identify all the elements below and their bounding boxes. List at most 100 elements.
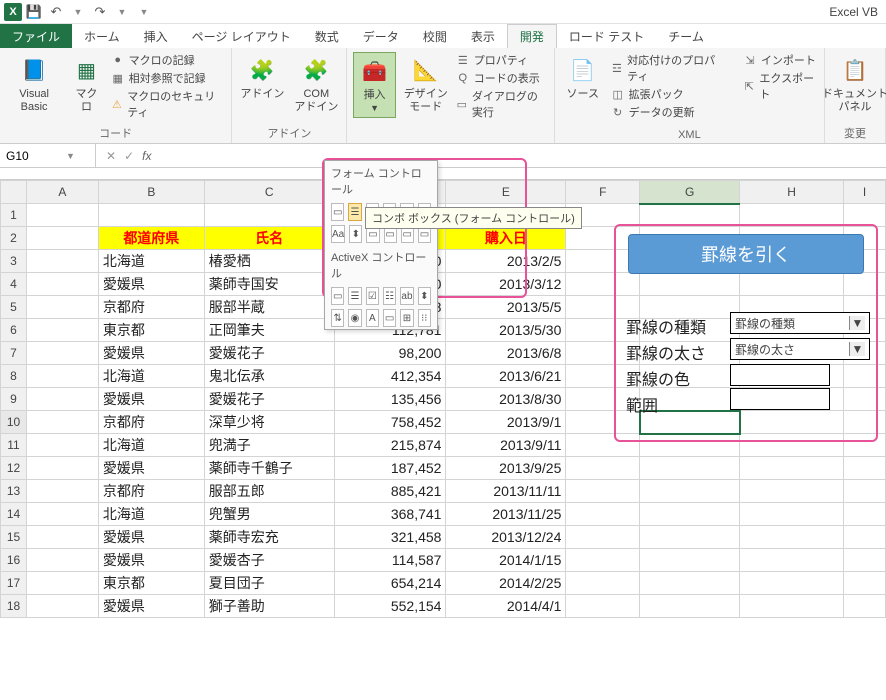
cell-name[interactable]: 愛媛花子: [204, 342, 334, 365]
header-pref[interactable]: 都道府県: [98, 227, 204, 250]
cell[interactable]: [843, 503, 885, 526]
header-name[interactable]: 氏名: [204, 227, 334, 250]
cell-date[interactable]: 2013/6/21: [446, 365, 566, 388]
row-header-10[interactable]: 10: [1, 411, 27, 434]
cell-pref[interactable]: 北海道: [98, 250, 204, 273]
cell-amount[interactable]: 654,214: [334, 572, 446, 595]
col-header-H[interactable]: H: [740, 181, 844, 204]
cell[interactable]: [740, 526, 844, 549]
cell[interactable]: [740, 204, 844, 227]
cell[interactable]: [843, 273, 885, 296]
cell[interactable]: [26, 549, 98, 572]
tab-home[interactable]: ホーム: [72, 24, 132, 48]
col-header-A[interactable]: A: [26, 181, 98, 204]
cell[interactable]: [566, 549, 640, 572]
ax-combobox-icon[interactable]: ☰: [348, 287, 361, 305]
row-header-17[interactable]: 17: [1, 572, 27, 595]
namebox-dropdown-icon[interactable]: ▼: [66, 151, 75, 161]
xml-source-button[interactable]: 📄ソース: [561, 52, 605, 103]
row-header-14[interactable]: 14: [1, 503, 27, 526]
cell-date[interactable]: 2014/4/1: [446, 595, 566, 618]
cell[interactable]: [740, 434, 844, 457]
macro-button[interactable]: ▦ マクロ: [68, 52, 104, 116]
cell[interactable]: [843, 434, 885, 457]
cell[interactable]: [566, 273, 640, 296]
cell[interactable]: [566, 434, 640, 457]
visual-basic-button[interactable]: 📘 Visual Basic: [6, 52, 62, 116]
cell-pref[interactable]: 京都府: [98, 296, 204, 319]
cell[interactable]: [26, 434, 98, 457]
cell-name[interactable]: 鬼北伝承: [204, 365, 334, 388]
cell[interactable]: [740, 457, 844, 480]
cell[interactable]: [740, 595, 844, 618]
row-header-7[interactable]: 7: [1, 342, 27, 365]
record-macro-button[interactable]: ●マクロの記録: [111, 52, 226, 68]
cell-pref[interactable]: 愛媛県: [98, 549, 204, 572]
cell-date[interactable]: 2013/11/25: [446, 503, 566, 526]
col-header-F[interactable]: F: [566, 181, 640, 204]
cell[interactable]: [26, 411, 98, 434]
view-code-button[interactable]: Qコードの表示: [456, 70, 548, 86]
cell-amount[interactable]: 114,587: [334, 549, 446, 572]
tab-pagelayout[interactable]: ページ レイアウト: [180, 24, 303, 48]
line-weight-combo[interactable]: 罫線の太さ ▼: [730, 338, 870, 360]
cell[interactable]: [640, 549, 740, 572]
com-addin-button[interactable]: 🧩COM アドイン: [292, 52, 340, 116]
cell-amount[interactable]: 368,741: [334, 503, 446, 526]
cell-name[interactable]: 服部五郎: [204, 480, 334, 503]
save-icon[interactable]: 💾: [24, 2, 44, 22]
cell-pref[interactable]: 愛媛県: [98, 273, 204, 296]
form-scroll-icon[interactable]: ⬍: [349, 225, 362, 243]
cell[interactable]: [640, 457, 740, 480]
tab-formulas[interactable]: 数式: [303, 24, 351, 48]
row-header-12[interactable]: 12: [1, 457, 27, 480]
undo-dropdown-icon[interactable]: ▼: [68, 2, 88, 22]
insert-controls-button[interactable]: 🧰挿入▼: [353, 52, 395, 118]
cell[interactable]: [26, 365, 98, 388]
cell[interactable]: [843, 595, 885, 618]
cell-pref[interactable]: 愛媛県: [98, 388, 204, 411]
cell-pref[interactable]: 北海道: [98, 434, 204, 457]
form-combobox-icon[interactable]: ☰: [348, 203, 361, 221]
tab-review[interactable]: 校閲: [411, 24, 459, 48]
cell-amount[interactable]: 758,452: [334, 411, 446, 434]
cell-amount[interactable]: 98,200: [334, 342, 446, 365]
cell[interactable]: [26, 273, 98, 296]
col-header-G[interactable]: G: [640, 181, 740, 204]
cell-name[interactable]: 深草少将: [204, 411, 334, 434]
cell-name[interactable]: 服部半蔵: [204, 296, 334, 319]
row-header-8[interactable]: 8: [1, 365, 27, 388]
cell[interactable]: [640, 526, 740, 549]
select-all[interactable]: [1, 181, 27, 204]
tab-loadtest[interactable]: ロード テスト: [557, 24, 656, 48]
col-header-B[interactable]: B: [98, 181, 204, 204]
name-box[interactable]: ▼: [0, 144, 96, 167]
cell-date[interactable]: 2013/5/30: [446, 319, 566, 342]
cell[interactable]: [566, 595, 640, 618]
cell[interactable]: [843, 411, 885, 434]
qat-customize-icon[interactable]: ▼: [134, 2, 154, 22]
col-header-C[interactable]: C: [204, 181, 334, 204]
tab-data[interactable]: データ: [351, 24, 411, 48]
tab-insert[interactable]: 挿入: [132, 24, 180, 48]
ax-option-icon[interactable]: ◉: [348, 309, 361, 327]
cell-amount[interactable]: 135,456: [334, 388, 446, 411]
row-header-1[interactable]: 1: [1, 204, 27, 227]
tab-file[interactable]: ファイル: [0, 24, 72, 48]
tab-developer[interactable]: 開発: [507, 24, 557, 48]
cell[interactable]: [26, 572, 98, 595]
cell[interactable]: [740, 503, 844, 526]
cell-date[interactable]: 2013/5/5: [446, 296, 566, 319]
relative-ref-button[interactable]: ▦相対参照で記録: [111, 70, 226, 86]
ax-label-icon[interactable]: A: [366, 309, 379, 327]
cell-amount[interactable]: 552,154: [334, 595, 446, 618]
row-header-15[interactable]: 15: [1, 526, 27, 549]
cell[interactable]: [566, 503, 640, 526]
macro-security-button[interactable]: ⚠マクロのセキュリティ: [111, 88, 226, 120]
cell-pref[interactable]: 愛媛県: [98, 526, 204, 549]
cell[interactable]: [26, 457, 98, 480]
cell-date[interactable]: 2013/6/8: [446, 342, 566, 365]
refresh-data-button[interactable]: ↻データの更新: [611, 104, 725, 120]
cell-amount[interactable]: 321,458: [334, 526, 446, 549]
cell[interactable]: [843, 572, 885, 595]
